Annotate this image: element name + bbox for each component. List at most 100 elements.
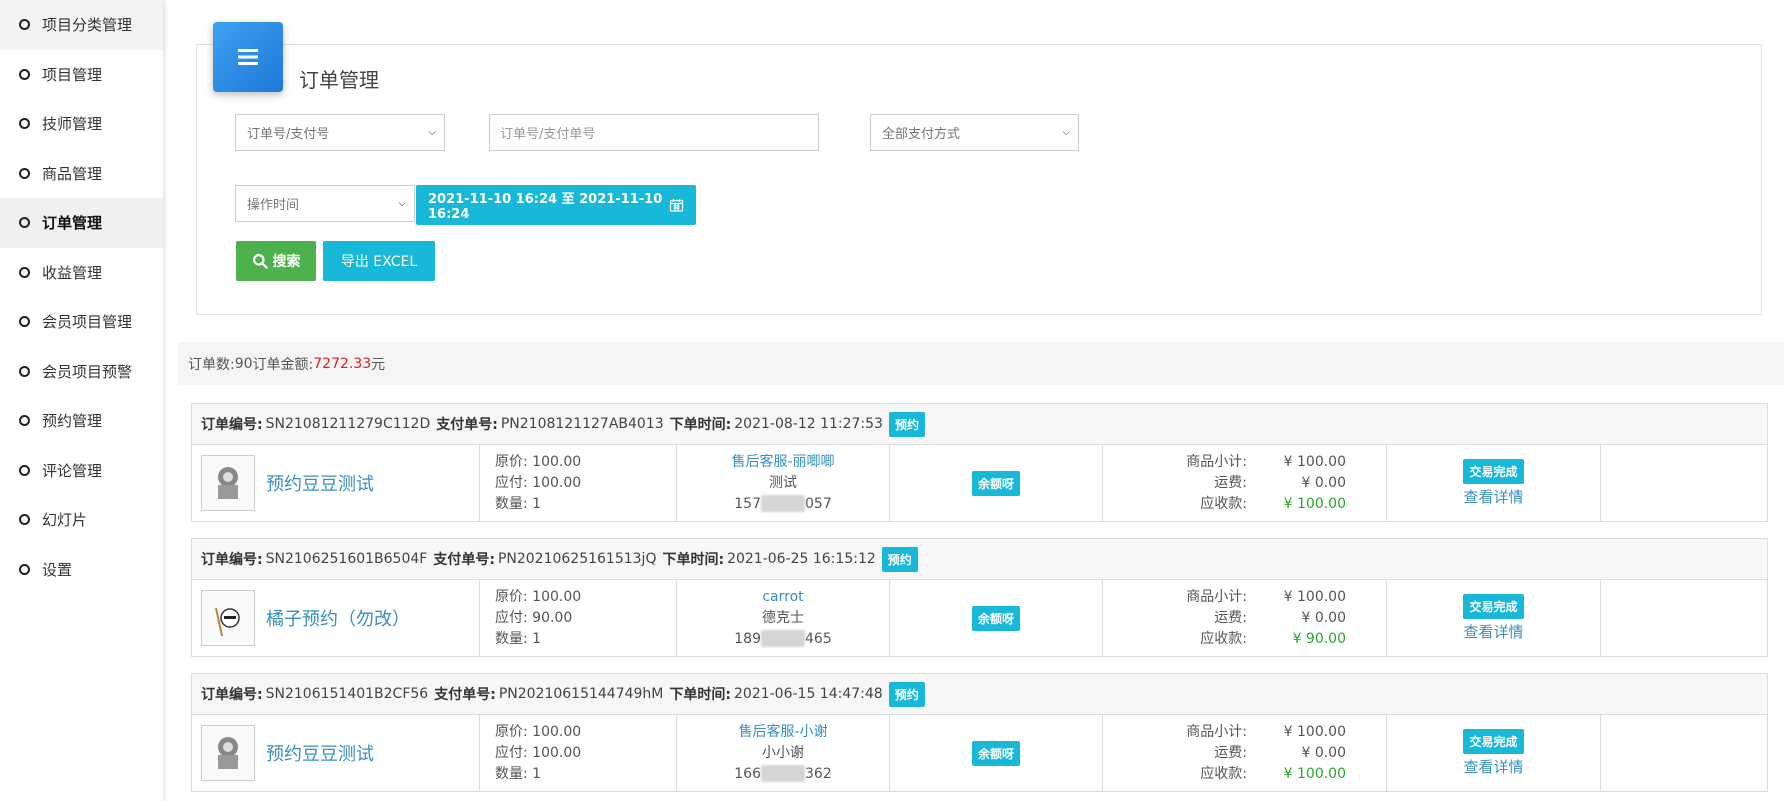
view-details-link[interactable]: 查看详情 [1463,621,1523,642]
product-name[interactable]: 橘子预约（勿改） [266,605,410,631]
customer-phone: 157 057 [734,494,832,515]
export-excel-button[interactable]: 导出 EXCEL [323,241,435,281]
subtotal-label: 商品小计: [1186,588,1247,605]
status-cell: 交易完成 查看详情 [1387,445,1601,521]
subtotal-label: 商品小计: [1186,723,1247,740]
pay-no-label: 支付单号: [434,687,496,703]
sidebar-item-income[interactable]: 收益管理 [0,248,163,298]
order-amount: 7272.33 [313,355,372,372]
sidebar-item-label: 收益管理 [42,263,103,282]
original-price: 100.00 [532,723,582,740]
sidebar-item-slides[interactable]: 幻灯片 [0,495,163,545]
order-time: 2021-06-15 14:47:48 [734,686,883,702]
sidebar-item-orders[interactable]: 订单管理 [0,198,163,248]
chevron-down-icon: ⌵ [428,127,436,138]
status-cell: 交易完成 查看详情 [1387,715,1601,791]
sidebar-item-member-alerts[interactable]: 会员项目预警 [0,347,163,397]
product-image-icon [218,467,238,499]
customer-name[interactable]: carrot [762,587,803,608]
order-type-badge: 预约 [888,681,925,707]
sidebar-item-label: 商品管理 [42,164,103,183]
sidebar-item-technicians[interactable]: 技师管理 [0,99,163,149]
original-price: 100.00 [532,453,582,470]
search-type-select[interactable]: 订单号/支付号 ⌵ [235,114,445,151]
order-no: SN21081211279C112D [265,416,431,432]
status-badge: 交易完成 [1463,594,1524,619]
subtotal-label: 商品小计: [1186,453,1247,470]
circle-icon [19,118,30,130]
amount-cell: 商品小计: ¥ 100.00 运费: ¥ 0.00 应收款: ¥ 90.00 [1103,580,1387,656]
phone-end: 362 [805,765,832,782]
circle-icon [19,68,30,80]
shipping-label: 运费: [1214,609,1247,626]
sidebar-item-projects[interactable]: 项目管理 [0,50,163,100]
circle-icon [19,464,30,476]
product-image-icon [218,737,238,769]
calendar-icon [669,198,684,212]
pay-no: PN20210625161513jQ [497,551,657,567]
sidebar-item-category[interactable]: 项目分类管理 [0,0,163,50]
payable-amount: 90.00 [532,609,573,626]
order-time: 2021-08-12 11:27:53 [734,416,883,432]
order-summary: 订单数: 90 订单金额: 7272.33 元 [178,342,1784,385]
sidebar-item-reservations[interactable]: 预约管理 [0,396,163,446]
order-time-label: 下单时间: [669,687,731,703]
order-search-input[interactable]: 订单号/支付单号 [489,114,819,151]
circle-icon [19,316,30,328]
search-icon [252,253,268,269]
circle-icon [19,415,30,427]
sidebar: 项目分类管理 项目管理 技师管理 商品管理 订单管理 收益管理 会员项目管理 会… [0,0,163,801]
payable-amount: 100.00 [532,744,582,761]
order-time: 2021-06-25 16:15:12 [727,551,876,567]
product-name[interactable]: 预约豆豆测试 [266,740,374,766]
view-details-link[interactable]: 查看详情 [1463,486,1523,507]
order-type-badge: 预约 [888,411,925,437]
order-search-placeholder: 订单号/支付单号 [500,127,596,142]
main-content: 订单管理 订单号/支付号 ⌵ 订单号/支付单号 全部支付方式 ⌵ 操作时间 ⌵ … [163,0,1785,801]
sidebar-item-goods[interactable]: 商品管理 [0,149,163,199]
sidebar-item-label: 会员项目预警 [42,362,133,381]
sidebar-item-reviews[interactable]: 评论管理 [0,446,163,496]
shipping-label: 运费: [1214,474,1247,491]
phone-start: 189 [734,630,761,647]
actions-cell [1601,445,1767,521]
payment-method-badge: 余额呀 [971,605,1020,631]
receivable: ¥ 90.00 [1292,630,1346,647]
sidebar-item-member-projects[interactable]: 会员项目管理 [0,297,163,347]
product-name[interactable]: 预约豆豆测试 [266,470,374,496]
payable-label: 应付: [495,744,528,761]
customer-name[interactable]: 售后客服-小谢 [738,722,827,743]
customer-nickname: 测试 [769,474,797,491]
pay-no: PN20210615144749hM [498,686,664,702]
search-button[interactable]: 搜索 [236,241,316,281]
quantity-label: 数量: [495,630,528,647]
date-range-picker[interactable]: 2021-11-10 16:24 至 2021-11-10 16:24 [416,185,696,225]
subtotal: ¥ 100.00 [1283,588,1346,605]
sidebar-item-label: 设置 [42,560,73,579]
status-cell: 交易完成 查看详情 [1387,580,1601,656]
order-time-label: 下单时间: [669,417,732,433]
amount-cell: 商品小计: ¥ 100.00 运费: ¥ 0.00 应收款: ¥ 100.00 [1103,715,1387,791]
customer-name[interactable]: 售后客服-丽唧唧 [731,452,834,473]
search-type-value: 订单号/支付号 [247,127,330,142]
pay-no-label: 支付单号: [433,552,495,568]
price-cell: 原价: 100.00 应付: 90.00 数量: 1 [480,580,677,656]
sidebar-item-settings[interactable]: 设置 [0,545,163,595]
view-details-link[interactable]: 查看详情 [1463,756,1523,777]
order-card: 订单编号: SN2106251601B6504F 支付单号: PN2021062… [191,538,1768,657]
original-price-label: 原价: [495,453,528,470]
receivable: ¥ 100.00 [1283,495,1346,512]
original-price: 100.00 [532,588,582,605]
product-thumbnail[interactable] [201,590,255,646]
sidebar-item-label: 幻灯片 [42,511,88,530]
product-thumbnail[interactable] [201,725,255,781]
product-cell: 预约豆豆测试 [192,715,480,791]
sidebar-item-label: 项目管理 [42,65,103,84]
original-price-label: 原价: [495,723,528,740]
actions-cell [1601,580,1767,656]
time-type-select[interactable]: 操作时间 ⌵ [235,185,415,222]
sidebar-item-label: 技师管理 [42,115,103,134]
payment-method-select[interactable]: 全部支付方式 ⌵ [870,114,1079,151]
product-thumbnail[interactable] [201,455,255,511]
shipping-label: 运费: [1214,744,1247,761]
